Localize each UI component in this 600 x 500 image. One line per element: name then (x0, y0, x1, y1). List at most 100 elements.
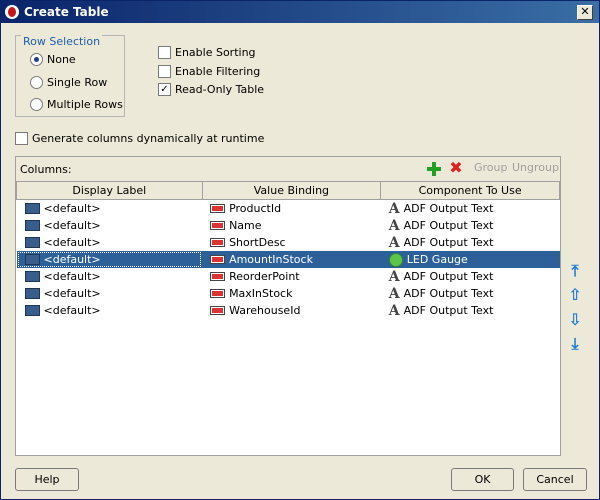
text-field-icon (24, 254, 40, 265)
display-label-text: <default> (43, 219, 101, 232)
component-cell[interactable]: A ADF Output Text (381, 268, 560, 285)
radio-single-row[interactable]: Single Row (30, 76, 107, 89)
display-label-cell[interactable]: <default> (17, 268, 203, 285)
attribute-icon (210, 272, 226, 281)
value-binding-cell[interactable]: WarehouseId (202, 302, 381, 319)
table-row[interactable]: <default> ShortDesc A ADF Output Text (17, 234, 560, 251)
value-binding-text: AmountInStock (229, 253, 313, 266)
text-a-icon: A (388, 200, 400, 217)
text-field-icon (24, 203, 40, 214)
row-selection-legend: Row Selection (21, 35, 103, 48)
value-binding-cell[interactable]: Name (202, 217, 381, 234)
checkmark-icon: ✓ (158, 83, 171, 96)
text-a-icon: A (388, 285, 400, 302)
value-binding-cell[interactable]: ShortDesc (202, 234, 381, 251)
attribute-icon (210, 204, 226, 213)
display-label-cell[interactable]: <default> (17, 302, 203, 319)
value-binding-cell[interactable]: ProductId (202, 200, 381, 218)
table-row-selected[interactable]: <default> AmountInStock LED Gauge (16, 251, 560, 268)
component-cell[interactable]: A ADF Output Text (381, 302, 560, 319)
component-text: ADF Output Text (403, 219, 494, 232)
attribute-icon (210, 238, 226, 247)
display-label-text: <default> (43, 287, 101, 300)
add-column-icon[interactable] (426, 161, 442, 177)
help-button[interactable]: Help (15, 468, 79, 491)
value-binding-cell[interactable]: ReorderPoint (202, 268, 381, 285)
display-label-cell[interactable]: <default> (16, 251, 203, 268)
attribute-icon (210, 255, 226, 264)
text-field-icon (24, 305, 40, 316)
text-field-icon (24, 237, 40, 248)
move-up-icon[interactable]: ⇧ (567, 287, 583, 303)
ungroup-button[interactable]: Ungroup (512, 161, 559, 174)
column-header-component[interactable]: Component To Use (380, 181, 560, 200)
component-cell[interactable]: LED Gauge (380, 251, 560, 268)
display-label-cell[interactable]: <default> (17, 234, 203, 251)
text-a-icon: A (388, 302, 400, 319)
text-field-icon (24, 271, 40, 282)
radio-none[interactable]: None (30, 53, 76, 66)
value-binding-text: Name (229, 219, 262, 232)
component-text: ADF Output Text (403, 270, 494, 283)
cancel-button[interactable]: Cancel (523, 468, 587, 491)
radio-multiple-rows[interactable]: Multiple Rows (30, 98, 123, 111)
move-to-top-icon[interactable]: ⤒ (567, 263, 583, 279)
led-icon (388, 252, 403, 267)
close-button[interactable]: ✕ (577, 5, 593, 20)
generate-columns-checkbox[interactable]: Generate columns dynamically at runtime (15, 132, 264, 145)
radio-indicator (30, 53, 43, 66)
group-button[interactable]: Group (474, 161, 508, 174)
component-cell[interactable]: A ADF Output Text (381, 234, 560, 251)
radio-label: Single Row (47, 76, 108, 89)
display-label-cell[interactable]: <default> (17, 217, 203, 234)
radio-label: Multiple Rows (47, 98, 123, 111)
columns-label: Columns: (20, 163, 72, 176)
move-to-bottom-icon[interactable]: ⤓ (567, 336, 583, 352)
ok-button[interactable]: OK (451, 468, 514, 491)
column-header-value-binding[interactable]: Value Binding (201, 181, 382, 200)
checkbox-box (15, 132, 28, 145)
display-label-text: <default> (43, 236, 101, 249)
table-header-row: Display Label Value Binding Component To… (16, 181, 560, 200)
checkbox-label: Read-Only Table (175, 83, 265, 96)
component-text: ADF Output Text (403, 202, 494, 215)
table-row[interactable]: <default> MaxInStock A ADF Output Text (17, 285, 560, 302)
value-binding-cell[interactable]: AmountInStock (202, 251, 381, 268)
component-cell[interactable]: A ADF Output Text (381, 200, 560, 218)
delete-column-icon[interactable]: ✖ (448, 160, 464, 176)
table-row[interactable]: <default> Name A ADF Output Text (17, 217, 560, 234)
table-row[interactable]: <default> ProductId A ADF Output Text (17, 200, 560, 218)
checkbox-box (158, 65, 171, 78)
display-label-text: <default> (43, 270, 101, 283)
component-cell[interactable]: A ADF Output Text (381, 217, 560, 234)
columns-panel: Columns: ✖ Group Ungroup Display Label V… (15, 156, 561, 456)
value-binding-text: ShortDesc (229, 236, 286, 249)
enable-filtering-checkbox[interactable]: Enable Filtering (158, 65, 260, 78)
component-cell[interactable]: A ADF Output Text (381, 285, 560, 302)
enable-sorting-checkbox[interactable]: Enable Sorting (158, 46, 256, 59)
columns-toolbar: Columns: ✖ Group Ungroup (16, 157, 560, 181)
value-binding-text: WarehouseId (229, 304, 301, 317)
table-row[interactable]: <default> WarehouseId A ADF Output Text (17, 302, 560, 319)
read-only-table-checkbox[interactable]: ✓ Read-Only Table (158, 83, 264, 96)
display-label-cell[interactable]: <default> (17, 200, 203, 218)
text-a-icon: A (388, 234, 400, 251)
columns-table: Display Label Value Binding Component To… (16, 181, 560, 319)
radio-indicator (30, 76, 43, 89)
radio-indicator (30, 98, 43, 111)
column-header-display-label[interactable]: Display Label (16, 181, 203, 200)
display-label-text: <default> (43, 202, 101, 215)
value-binding-text: MaxInStock (229, 287, 293, 300)
attribute-icon (210, 221, 226, 230)
checkbox-label: Enable Filtering (175, 65, 261, 78)
value-binding-text: ProductId (229, 202, 282, 215)
display-label-cell[interactable]: <default> (17, 285, 203, 302)
table-row[interactable]: <default> ReorderPoint A ADF Output Text (17, 268, 560, 285)
text-field-icon (24, 288, 40, 299)
text-a-icon: A (388, 268, 400, 285)
component-text: ADF Output Text (403, 304, 494, 317)
checkbox-box (158, 46, 171, 59)
move-down-icon[interactable]: ⇩ (567, 312, 583, 328)
value-binding-text: ReorderPoint (229, 270, 300, 283)
value-binding-cell[interactable]: MaxInStock (202, 285, 381, 302)
